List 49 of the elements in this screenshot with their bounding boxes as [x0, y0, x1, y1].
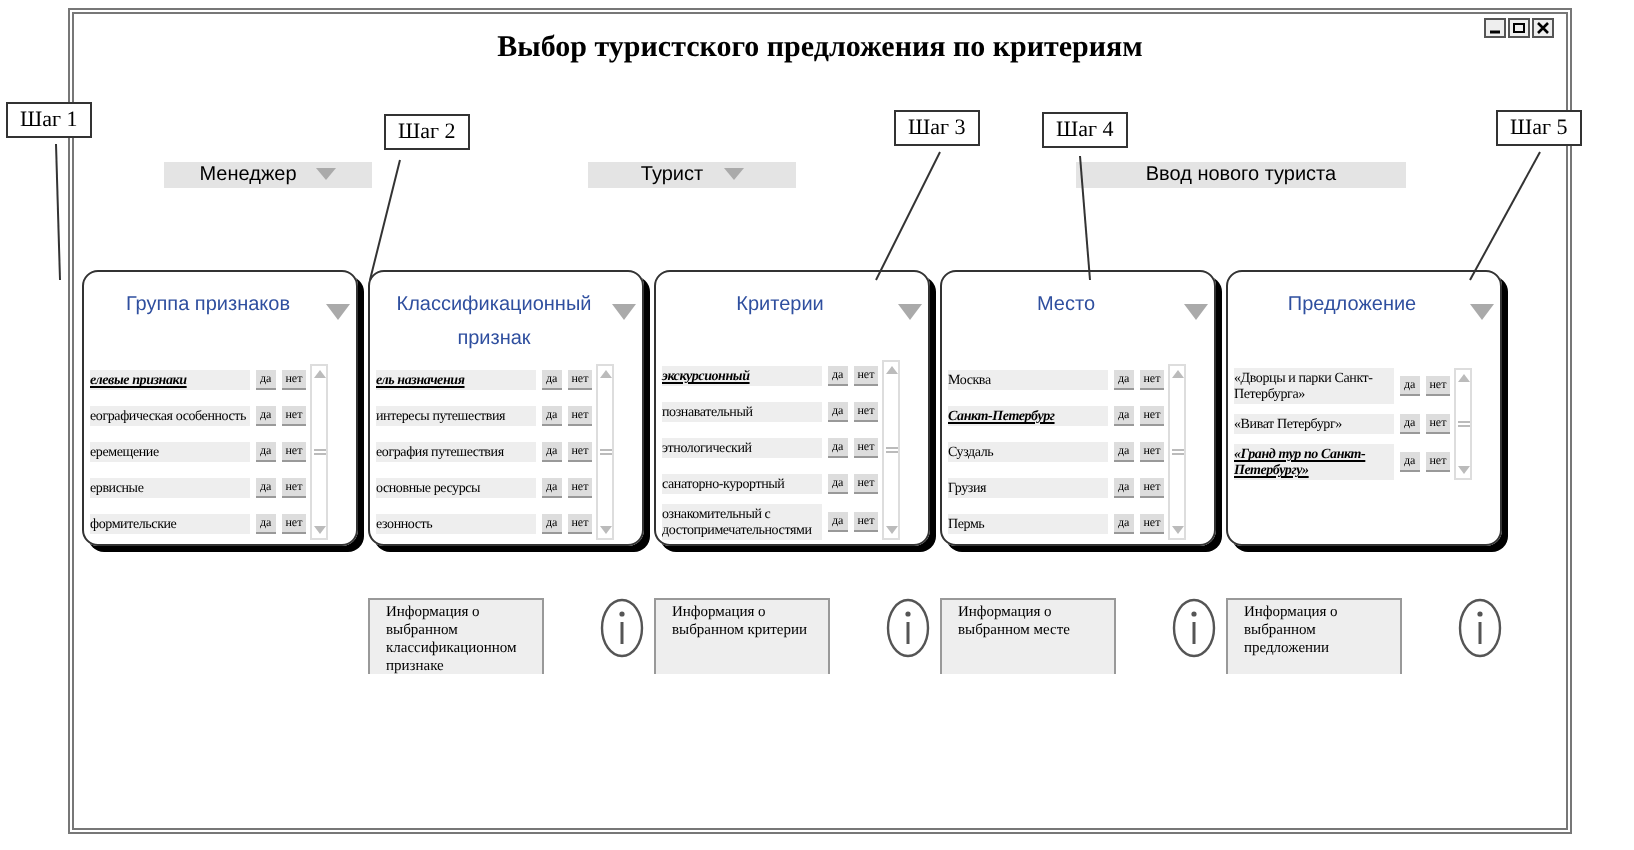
info-icon[interactable]	[1172, 598, 1216, 658]
panel-title: Предложение	[1285, 292, 1419, 320]
caret-icon	[723, 168, 744, 180]
dropdown-caret-icon[interactable]	[1184, 304, 1208, 320]
close-icon[interactable]	[1532, 18, 1554, 38]
step-callout: Шаг 2	[384, 114, 470, 150]
scroll-thumb-icon[interactable]	[1171, 448, 1184, 456]
scroll-down-icon[interactable]	[1171, 526, 1184, 534]
scroll-up-icon[interactable]	[1171, 370, 1184, 378]
dropdown-caret-icon[interactable]	[612, 304, 636, 320]
panel-title: Место	[1034, 292, 1098, 320]
scrollbar[interactable]	[1168, 364, 1187, 540]
info-icon[interactable]	[886, 598, 930, 658]
scroll-up-icon[interactable]	[599, 370, 612, 378]
info-icon[interactable]	[1458, 598, 1502, 658]
step-callout: Шаг 4	[1042, 112, 1128, 148]
dropdown[interactable]: Турист	[588, 161, 796, 187]
dropdown-caret-icon[interactable]	[326, 304, 350, 320]
scroll-down-icon[interactable]	[885, 526, 898, 534]
panel-title: Критерии	[734, 292, 826, 320]
maximize-icon[interactable]	[1508, 18, 1530, 38]
scroll-thumb-icon[interactable]	[599, 448, 612, 456]
scrollbar[interactable]	[1454, 368, 1473, 480]
new-tourist-button[interactable]: Ввод нового туриста	[1076, 161, 1406, 187]
scroll-down-icon[interactable]	[313, 526, 326, 534]
scroll-up-icon[interactable]	[885, 366, 898, 374]
step-callout: Шаг 5	[1496, 110, 1582, 146]
caret-icon	[316, 168, 337, 180]
panel-title: Классификационный признак	[394, 292, 594, 354]
panel-title: Группа признаков	[123, 292, 293, 320]
scrollbar[interactable]	[596, 364, 615, 540]
dropdown[interactable]: Менеджер	[164, 161, 372, 187]
scroll-thumb-icon[interactable]	[885, 446, 898, 454]
dropdown-caret-icon[interactable]	[898, 304, 922, 320]
scrollbar[interactable]	[310, 364, 329, 540]
scroll-up-icon[interactable]	[1457, 374, 1470, 382]
scroll-up-icon[interactable]	[313, 370, 326, 378]
dropdown-caret-icon[interactable]	[1470, 304, 1494, 320]
scroll-thumb-icon[interactable]	[1457, 420, 1470, 428]
window-title: Выбор туристского предложения по критериям	[497, 31, 1143, 65]
scroll-down-icon[interactable]	[1457, 466, 1470, 474]
minimize-icon[interactable]	[1484, 18, 1506, 38]
step-callout: Шаг 3	[894, 110, 980, 146]
scrollbar[interactable]	[882, 360, 901, 540]
leader-line	[55, 143, 61, 281]
scroll-thumb-icon[interactable]	[313, 448, 326, 456]
step-callout: Шаг 1	[6, 102, 92, 138]
info-icon[interactable]	[600, 598, 644, 658]
scroll-down-icon[interactable]	[599, 526, 612, 534]
